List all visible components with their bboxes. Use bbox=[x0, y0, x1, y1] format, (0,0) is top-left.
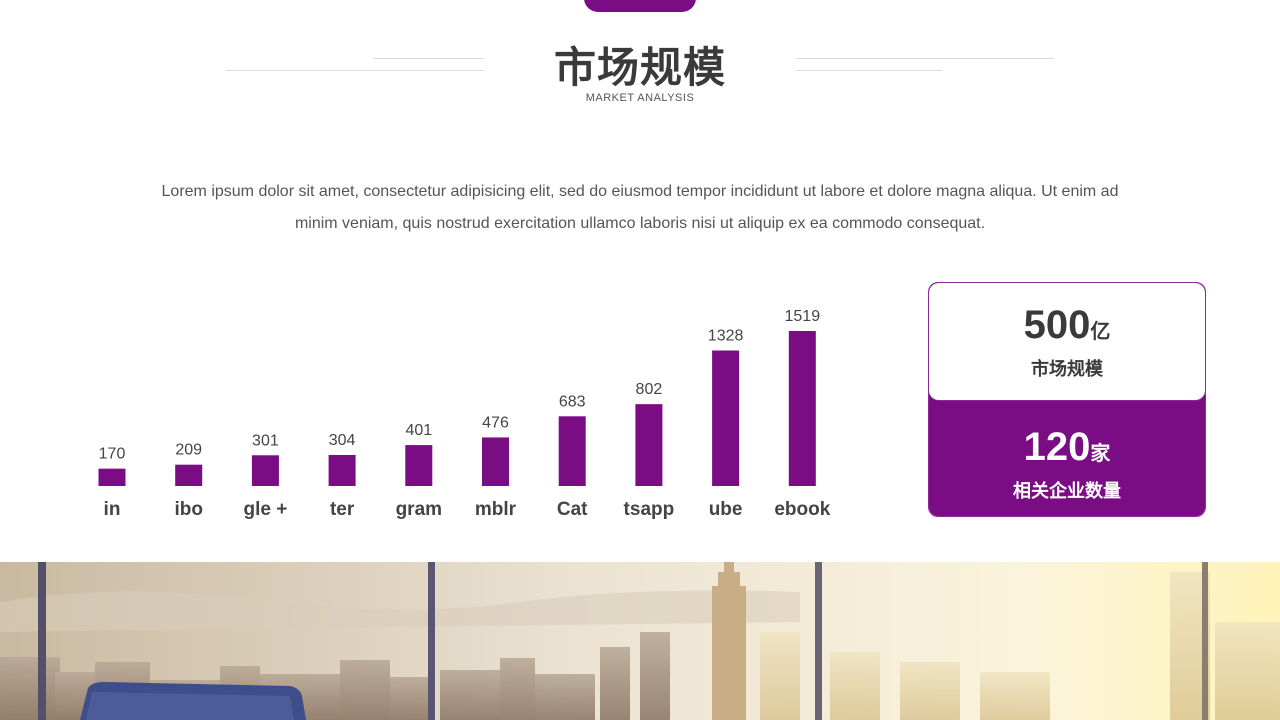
bar-1 bbox=[175, 464, 203, 486]
bar-value-label-0: 170 bbox=[99, 446, 126, 463]
bar-chart: 170 in 209 ibo 301 gle + 304 ter 401 gram 476 mblr 6… bbox=[98, 308, 831, 520]
companies-value: 120家 bbox=[929, 425, 1205, 470]
description-text: Lorem ipsum dolor sit amet, consectetur … bbox=[100, 176, 1180, 240]
category-label-8: ube bbox=[709, 499, 743, 520]
category-label-3: ter bbox=[330, 499, 355, 520]
bar-7 bbox=[635, 404, 663, 486]
bar-9 bbox=[788, 331, 816, 486]
top-tab-decoration bbox=[584, 0, 696, 12]
bar-value-label-2: 301 bbox=[252, 432, 279, 449]
market-panel: 500亿 市场规模 bbox=[929, 283, 1205, 401]
bar-8 bbox=[712, 350, 740, 486]
description-line-1: Lorem ipsum dolor sit amet, consectetur … bbox=[161, 183, 1119, 200]
category-label-4: gram bbox=[396, 499, 442, 520]
bar-value-label-1: 209 bbox=[175, 442, 202, 459]
city-skyline-image bbox=[0, 562, 1280, 720]
description-line-2: minim veniam, quis nostrud exercitation … bbox=[294, 215, 986, 232]
market-label: 市场规模 bbox=[1031, 359, 1103, 379]
bar-value-label-4: 401 bbox=[405, 422, 432, 439]
stats-card: 120家 相关企业数量 500亿 市场规模 bbox=[928, 282, 1206, 517]
market-number: 500 bbox=[1023, 303, 1091, 347]
category-label-6: Cat bbox=[557, 499, 588, 520]
category-label-7: tsapp bbox=[624, 499, 675, 520]
bar-5 bbox=[482, 437, 509, 486]
bar-value-label-7: 802 bbox=[636, 381, 663, 398]
category-label-9: ebook bbox=[774, 499, 830, 520]
bar-3 bbox=[328, 454, 356, 486]
category-label-0: in bbox=[104, 499, 121, 520]
page-subtitle: MARKET ANALYSIS bbox=[585, 92, 695, 104]
market-unit: 亿 bbox=[1090, 321, 1111, 343]
bar-value-label-8: 1328 bbox=[708, 327, 744, 344]
bar-value-label-9: 1519 bbox=[785, 308, 821, 325]
companies-number: 120 bbox=[1023, 425, 1091, 469]
bar-0 bbox=[98, 468, 126, 486]
market-value: 500亿 bbox=[929, 303, 1205, 348]
companies-label: 相关企业数量 bbox=[1013, 481, 1121, 501]
bar-value-label-3: 304 bbox=[329, 432, 356, 449]
category-label-1: ibo bbox=[174, 499, 203, 520]
companies-unit: 家 bbox=[1090, 443, 1111, 465]
bar-2 bbox=[251, 455, 279, 486]
city-office-photo bbox=[0, 562, 1280, 720]
page-title: 市场规模 bbox=[553, 44, 726, 91]
category-label-2: gle + bbox=[243, 499, 287, 520]
bar-6 bbox=[558, 416, 586, 486]
bar-value-label-6: 683 bbox=[559, 393, 586, 410]
bar-value-label-5: 476 bbox=[482, 414, 509, 431]
category-label-5: mblr bbox=[475, 499, 517, 520]
bar-4 bbox=[405, 445, 433, 486]
